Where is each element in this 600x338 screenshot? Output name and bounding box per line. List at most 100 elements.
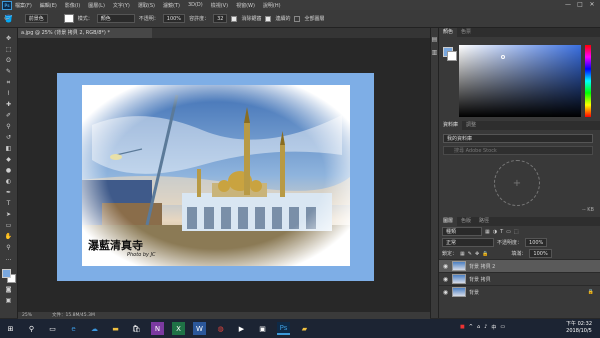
fill-source-select[interactable]: 前景色	[24, 14, 48, 23]
onenote-icon[interactable]: N	[151, 322, 164, 335]
tab-adjustments[interactable]: 調整	[462, 121, 480, 130]
filter-type-icon[interactable]: T	[500, 229, 503, 235]
lock-all-icon[interactable]: 🔒	[482, 251, 488, 257]
menu-layer[interactable]: 圖層(L)	[88, 2, 105, 9]
tray-chevron-icon[interactable]: ^	[469, 324, 473, 331]
maximize-button[interactable]: □	[574, 0, 586, 10]
tray-antivirus-icon[interactable]: ■	[460, 324, 465, 331]
menu-select[interactable]: 選取(S)	[138, 2, 155, 9]
tab-libraries[interactable]: 資料庫	[439, 121, 463, 130]
screen-mode-icon[interactable]: ▣	[4, 296, 14, 305]
color-picker-field[interactable]	[459, 45, 581, 117]
layer-name[interactable]: 背景	[469, 289, 479, 296]
chrome-icon[interactable]: ◍	[214, 322, 227, 335]
edge-browser-icon[interactable]: e	[67, 322, 80, 335]
contiguous-checkbox[interactable]	[265, 15, 272, 22]
tray-network-icon[interactable]: ⌂	[477, 324, 480, 331]
type-tool-icon[interactable]: T	[4, 199, 14, 208]
rectangle-tool-icon[interactable]: ▭	[4, 221, 14, 230]
taskbar-clock[interactable]: 下午 02:32 2018/10/5	[566, 321, 592, 335]
all-layers-checkbox[interactable]	[294, 15, 301, 22]
search-icon[interactable]: ⚲	[25, 322, 38, 335]
library-search-input[interactable]: 搜尋 Adobe Stock	[443, 146, 593, 155]
color-swatches[interactable]	[1, 269, 16, 283]
menu-3d[interactable]: 3D(D)	[188, 2, 203, 8]
onedrive-icon[interactable]: ☁	[88, 322, 101, 335]
panel-background-swatch[interactable]	[447, 51, 457, 61]
document-tab[interactable]: a.jpg @ 25% (背景 拷貝 2, RGB/8*) *	[18, 28, 152, 38]
mode-select[interactable]: 顏色	[96, 14, 135, 23]
tray-ime[interactable]: 中	[491, 324, 496, 331]
layer-lock-icon[interactable]: 🔒	[588, 289, 594, 295]
filter-smart-icon[interactable]: ⬚	[514, 229, 519, 235]
store-icon[interactable]: 🛍	[130, 322, 143, 335]
menu-filter[interactable]: 濾鏡(T)	[163, 2, 180, 9]
move-tool-icon[interactable]: ✥	[4, 34, 14, 43]
menu-window[interactable]: 視窗(W)	[236, 2, 255, 9]
close-button[interactable]: ✕	[586, 0, 598, 10]
color-picker-cursor[interactable]	[501, 55, 505, 59]
layer-filter-select[interactable]: 種類	[442, 227, 482, 236]
clone-stamp-tool-icon[interactable]: ⚲	[4, 122, 14, 131]
menu-help[interactable]: 說明(H)	[263, 2, 281, 9]
zoom-level[interactable]: 25%	[22, 312, 32, 319]
foreground-color-swatch[interactable]	[1, 269, 11, 278]
file-explorer-icon[interactable]: ▬	[109, 322, 122, 335]
tolerance-input[interactable]: 32	[213, 14, 228, 23]
blend-mode-select[interactable]: 正常	[442, 238, 494, 247]
quick-select-tool-icon[interactable]: ✎	[4, 67, 14, 76]
opacity-input[interactable]: 100%	[162, 14, 186, 23]
hand-tool-icon[interactable]: ✋	[4, 232, 14, 241]
windows-start-icon[interactable]: ⊞	[4, 322, 17, 335]
library-dropdown[interactable]: 我的資料庫	[443, 134, 593, 143]
task-view-icon[interactable]: ▭	[46, 322, 59, 335]
tab-swatches[interactable]: 色票	[457, 28, 475, 37]
tab-color[interactable]: 顏色	[439, 28, 458, 37]
visibility-eye-icon[interactable]: ◉	[442, 289, 449, 296]
menu-image[interactable]: 影像(I)	[65, 2, 80, 9]
paint-bucket-icon[interactable]: 🪣	[4, 15, 13, 23]
lock-paint-icon[interactable]: ✎	[468, 251, 472, 257]
menu-file[interactable]: 檔案(F)	[15, 2, 32, 9]
eraser-tool-icon[interactable]: ◧	[4, 144, 14, 153]
fill-input[interactable]: 100%	[529, 249, 552, 258]
app-icon[interactable]: ▣	[256, 322, 269, 335]
marquee-tool-icon[interactable]: ⬚	[4, 45, 14, 54]
tab-layers[interactable]: 圖層	[439, 217, 458, 226]
filter-shape-icon[interactable]: ▭	[506, 229, 511, 235]
tray-notification-icon[interactable]: ▭	[500, 324, 505, 331]
eyedropper-tool-icon[interactable]: ⌇	[4, 89, 14, 98]
photoshop-taskbar-icon[interactable]: Ps	[277, 322, 290, 335]
tab-channels[interactable]: 色版	[457, 217, 475, 226]
history-panel-icon[interactable]: ▤	[431, 36, 438, 43]
visibility-eye-icon[interactable]: ◉	[442, 263, 449, 270]
folder-icon[interactable]: ▰	[298, 322, 311, 335]
blur-tool-icon[interactable]: ●	[4, 166, 14, 175]
lock-pixels-icon[interactable]: ▦	[460, 251, 465, 257]
filter-adjust-icon[interactable]: ◑	[493, 229, 497, 235]
properties-panel-icon[interactable]: ▥	[431, 49, 438, 56]
menu-type[interactable]: 文字(Y)	[113, 2, 130, 9]
brush-tool-icon[interactable]: ✐	[4, 111, 14, 120]
menu-view[interactable]: 檢視(V)	[211, 2, 228, 9]
pattern-swatch[interactable]	[63, 14, 74, 23]
menu-edit[interactable]: 編輯(E)	[40, 2, 57, 9]
more-tools-icon[interactable]: …	[4, 254, 14, 263]
hue-slider[interactable]	[585, 45, 591, 117]
word-icon[interactable]: W	[193, 322, 206, 335]
lock-move-icon[interactable]: ✥	[475, 251, 479, 257]
filter-pixel-icon[interactable]: ▦	[485, 229, 490, 235]
dodge-tool-icon[interactable]: ◐	[4, 177, 14, 186]
layer-row[interactable]: ◉ 背景 拷貝 2	[439, 259, 600, 272]
visibility-eye-icon[interactable]: ◉	[442, 276, 449, 283]
minimize-button[interactable]: —	[562, 0, 574, 10]
layer-row[interactable]: ◉ 背景 拷貝	[439, 272, 600, 285]
crop-tool-icon[interactable]: ⌗	[4, 78, 14, 87]
quick-mask-icon[interactable]: ◙	[4, 285, 14, 294]
healing-brush-tool-icon[interactable]: ✚	[4, 100, 14, 109]
layer-name[interactable]: 背景 拷貝	[469, 276, 491, 283]
layer-name[interactable]: 背景 拷貝 2	[469, 263, 495, 270]
antialias-checkbox[interactable]	[231, 15, 238, 22]
layer-row[interactable]: ◉ 背景 🔒	[439, 285, 600, 298]
history-brush-tool-icon[interactable]: ↺	[4, 133, 14, 142]
